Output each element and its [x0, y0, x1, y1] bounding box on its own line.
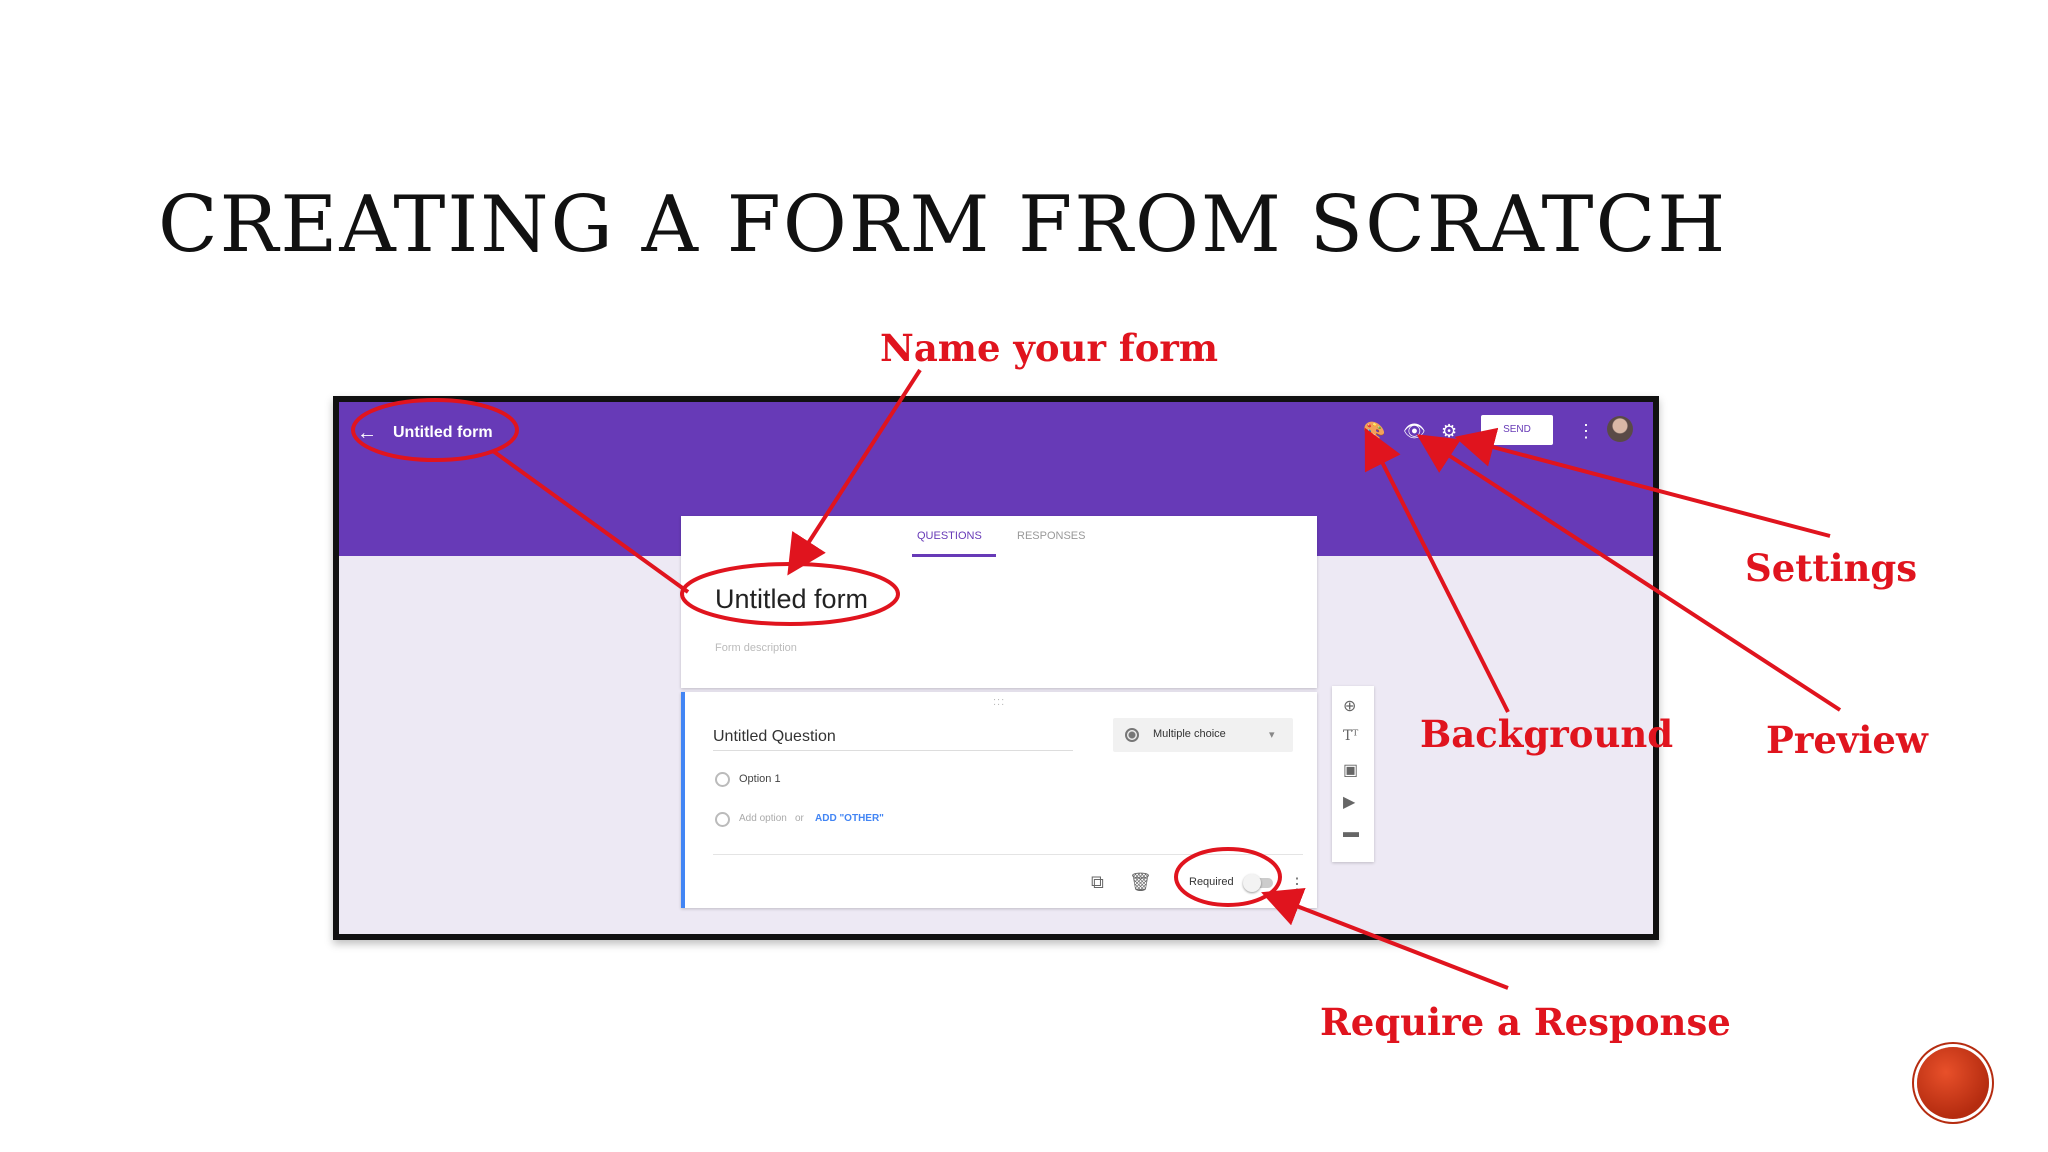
callout-name-form: Name your form [880, 326, 1219, 370]
settings-arrow [1454, 427, 1831, 538]
name-form-arrow [787, 368, 922, 576]
callout-preview: Preview [1766, 718, 1928, 762]
callout-settings: Settings [1745, 546, 1918, 590]
connector-line [491, 449, 690, 594]
header-name-circle [351, 398, 519, 462]
callout-require: Require a Response [1320, 1000, 1731, 1044]
required-circle [1174, 847, 1282, 907]
annotation-overlay [351, 368, 1842, 990]
require-arrow [1261, 888, 1509, 990]
slide-badge-icon [1917, 1047, 1989, 1119]
callout-background: Background [1420, 712, 1674, 756]
form-title-circle [680, 562, 900, 626]
